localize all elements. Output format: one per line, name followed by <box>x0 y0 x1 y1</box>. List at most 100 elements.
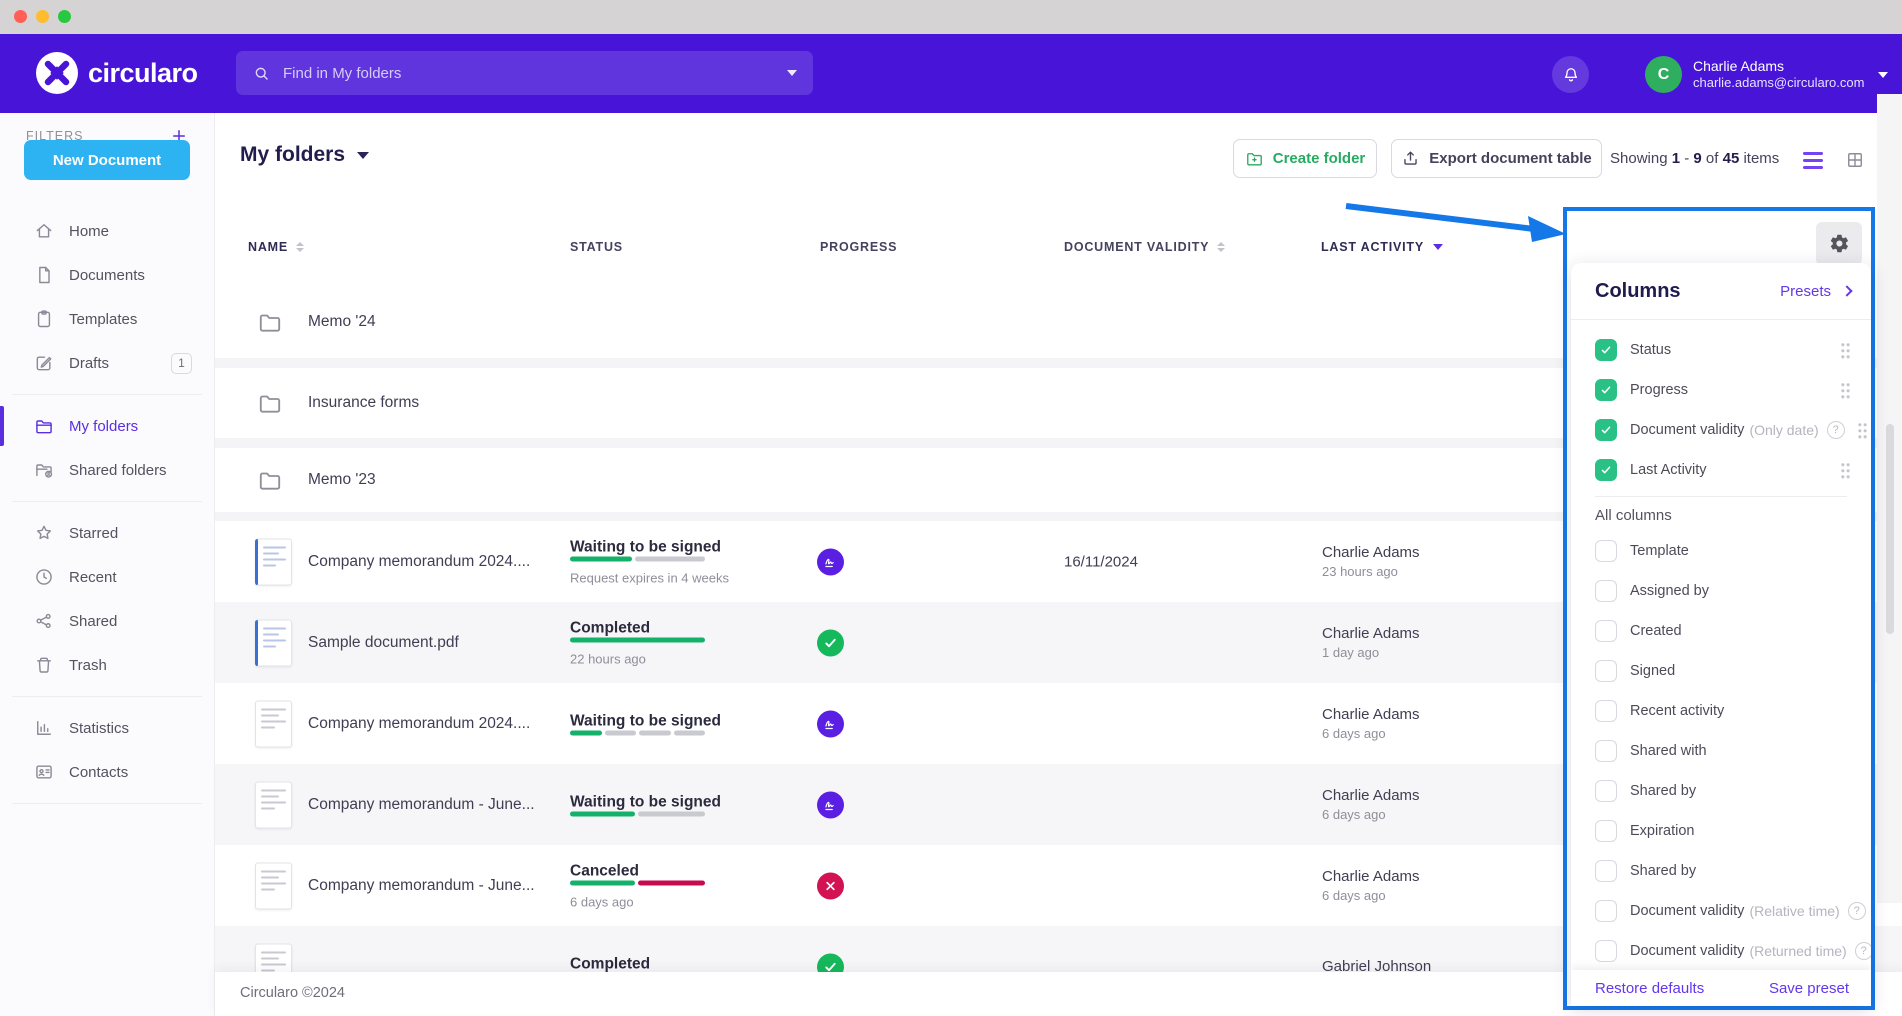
checkbox-unchecked[interactable] <box>1595 780 1617 802</box>
table-settings-button[interactable] <box>1816 222 1862 265</box>
new-document-button[interactable]: New Document <box>24 140 190 180</box>
sidebar-divider <box>12 696 202 697</box>
drag-handle-icon[interactable] <box>1840 342 1851 359</box>
column-option-shared-with[interactable]: Shared with <box>1595 731 1851 771</box>
notifications-button[interactable] <box>1552 56 1589 93</box>
minimize-window-icon[interactable] <box>36 10 49 23</box>
user-menu-chevron-icon <box>1878 72 1888 78</box>
sidebar-item-home[interactable]: Home <box>0 209 214 253</box>
checkbox-unchecked[interactable] <box>1595 620 1617 642</box>
column-option-progress[interactable]: Progress <box>1595 370 1851 410</box>
column-option-shared-by[interactable]: Shared by <box>1595 771 1851 811</box>
column-header-document-validity[interactable]: DOCUMENT VALIDITY <box>1064 240 1225 254</box>
avatar: C <box>1645 56 1682 93</box>
column-header-status[interactable]: STATUS <box>570 240 623 254</box>
help-icon[interactable]: ? <box>1827 421 1845 439</box>
last-activity-cell: Charlie Adams 6 days ago <box>1322 705 1420 743</box>
activity-user: Charlie Adams <box>1322 543 1420 563</box>
checkbox-unchecked[interactable] <box>1595 740 1617 762</box>
checkbox-unchecked[interactable] <box>1595 900 1617 922</box>
sidebar-item-statistics[interactable]: Statistics <box>0 706 214 750</box>
item-name[interactable]: Company memorandum 2024.... <box>308 715 530 733</box>
drag-handle-icon[interactable] <box>1857 422 1868 439</box>
column-option-expiration[interactable]: Expiration <box>1595 811 1851 851</box>
item-name[interactable]: Memo '24 <box>308 313 376 331</box>
sidebar-item-drafts[interactable]: Drafts1 <box>0 341 214 385</box>
checkbox-unchecked[interactable] <box>1595 820 1617 842</box>
column-option-assigned-by[interactable]: Assigned by <box>1595 571 1851 611</box>
column-header-name[interactable]: NAME <box>248 240 304 254</box>
item-name[interactable]: Memo '23 <box>308 471 376 489</box>
checkbox-unchecked[interactable] <box>1595 860 1617 882</box>
stats-icon <box>34 718 54 738</box>
item-name[interactable]: Company memorandum - June... <box>308 877 535 895</box>
sidebar-item-templates[interactable]: Templates <box>0 297 214 341</box>
help-icon[interactable]: ? <box>1855 942 1871 960</box>
item-name[interactable]: Insurance forms <box>308 394 419 412</box>
create-folder-button[interactable]: Create folder <box>1233 139 1377 178</box>
sidebar-item-shared-folders[interactable]: Shared folders <box>0 448 214 492</box>
column-option-created[interactable]: Created <box>1595 611 1851 651</box>
close-window-icon[interactable] <box>14 10 27 23</box>
export-document-table-button[interactable]: Export document table <box>1391 139 1602 178</box>
sidebar-divider <box>12 501 202 502</box>
column-option-document-validity[interactable]: Document validity(Only date)? <box>1595 410 1851 450</box>
drag-handle-icon[interactable] <box>1840 382 1851 399</box>
item-name[interactable]: Company memorandum - June... <box>308 796 535 814</box>
save-preset-link[interactable]: Save preset <box>1769 980 1849 997</box>
column-option-signed[interactable]: Signed <box>1595 651 1851 691</box>
checkbox-checked[interactable] <box>1595 419 1617 441</box>
sort-icon <box>1217 242 1225 252</box>
scrollbar-thumb[interactable] <box>1886 424 1894 634</box>
column-option-last-activity[interactable]: Last Activity <box>1595 450 1851 490</box>
column-option-status[interactable]: Status <box>1595 330 1851 370</box>
showing-count: Showing 1 - 9 of 45 items <box>1610 150 1779 167</box>
column-option-template[interactable]: Template <box>1595 531 1851 571</box>
column-option-recent-activity[interactable]: Recent activity <box>1595 691 1851 731</box>
page-title[interactable]: My folders <box>240 143 369 167</box>
column-header-last-activity[interactable]: LAST ACTIVITY <box>1321 240 1443 254</box>
checkbox-unchecked[interactable] <box>1595 660 1617 682</box>
checkbox-checked[interactable] <box>1595 379 1617 401</box>
search-options-chevron-icon[interactable] <box>787 70 797 76</box>
clock-icon <box>34 567 54 587</box>
sidebar-item-trash[interactable]: Trash <box>0 643 214 687</box>
sidebar-item-label: Templates <box>69 311 137 328</box>
sidebar-item-shared[interactable]: Shared <box>0 599 214 643</box>
column-header-progress[interactable]: PROGRESS <box>820 240 897 254</box>
activity-time: 6 days ago <box>1322 887 1420 905</box>
list-view-icon[interactable] <box>1803 152 1823 169</box>
progress-bar <box>570 880 705 885</box>
checkbox-unchecked[interactable] <box>1595 580 1617 602</box>
checkbox-checked[interactable] <box>1595 339 1617 361</box>
grid-view-icon[interactable] <box>1845 150 1865 170</box>
signature-badge <box>817 710 844 737</box>
checkbox-unchecked[interactable] <box>1595 540 1617 562</box>
column-option-document-validity[interactable]: Document validity(Relative time)? <box>1595 891 1851 931</box>
search-bar[interactable] <box>236 51 813 95</box>
drag-handle-icon[interactable] <box>1840 462 1851 479</box>
checkbox-unchecked[interactable] <box>1595 940 1617 962</box>
column-option-shared-by[interactable]: Shared by <box>1595 851 1851 891</box>
item-name[interactable]: Sample document.pdf <box>308 634 459 652</box>
search-input[interactable] <box>283 65 787 82</box>
help-icon[interactable]: ? <box>1848 902 1866 920</box>
sidebar-item-recent[interactable]: Recent <box>0 555 214 599</box>
sidebar-item-contacts[interactable]: Contacts <box>0 750 214 794</box>
sidebar-item-my-folders[interactable]: My folders <box>0 404 214 448</box>
zoom-window-icon[interactable] <box>58 10 71 23</box>
user-menu[interactable]: C Charlie Adams charlie.adams@circularo.… <box>1645 56 1888 93</box>
progress-segment <box>605 730 637 735</box>
sidebar-item-label: Recent <box>69 569 117 586</box>
restore-defaults-link[interactable]: Restore defaults <box>1595 980 1704 997</box>
item-name[interactable]: Company memorandum 2024.... <box>308 553 530 571</box>
view-toggle <box>1803 150 1865 170</box>
column-option-document-validity[interactable]: Document validity(Returned time)? <box>1595 931 1851 971</box>
sidebar-item-documents[interactable]: Documents <box>0 253 214 297</box>
home-icon <box>34 221 54 241</box>
sidebar-item-starred[interactable]: Starred <box>0 511 214 555</box>
presets-link[interactable]: Presets <box>1780 283 1851 300</box>
status-label: Completed <box>570 955 650 972</box>
checkbox-checked[interactable] <box>1595 459 1617 481</box>
checkbox-unchecked[interactable] <box>1595 700 1617 722</box>
